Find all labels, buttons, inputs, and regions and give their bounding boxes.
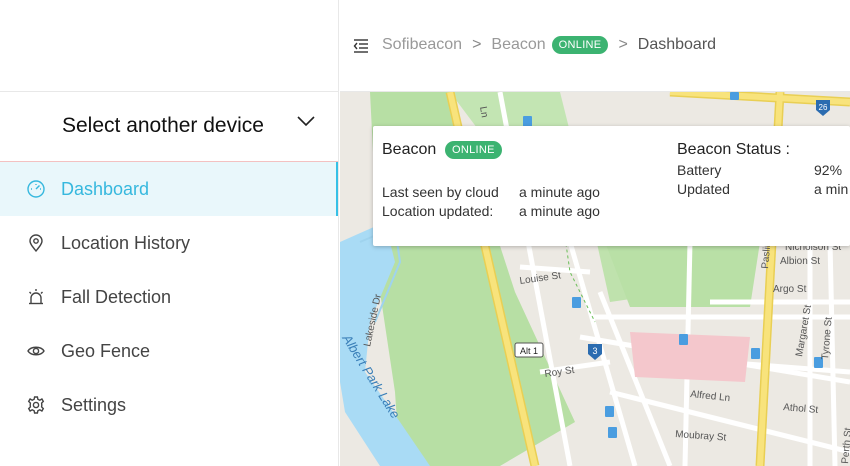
sidebar-item-settings[interactable]: Settings: [0, 378, 338, 432]
sidebar-item-label: Fall Detection: [61, 286, 172, 307]
breadcrumb-separator: >: [472, 36, 482, 53]
breadcrumb: Sofibeacon > Beacon ONLINE > Dashboard: [382, 36, 716, 54]
svg-text:Argo St: Argo St: [773, 284, 807, 295]
sidebar-item-fall-detection[interactable]: Fall Detection: [0, 270, 338, 324]
location-updated-value: a minute ago: [519, 203, 600, 219]
updated-value: a min: [814, 181, 849, 197]
top-header: Sofibeacon > Beacon ONLINE > Dashboard: [340, 0, 850, 92]
gauge-icon: [26, 179, 46, 199]
alarm-light-icon: [26, 287, 46, 307]
sidebar-logo-area: [0, 0, 338, 92]
sidebar-item-label: Dashboard: [61, 178, 150, 199]
sidebar: Select another device Dashboard Location…: [0, 0, 339, 466]
eye-icon: [26, 341, 46, 361]
svg-text:26: 26: [819, 103, 828, 112]
menu-collapse-icon[interactable]: [353, 38, 369, 54]
location-updated-label: Location updated:: [382, 203, 494, 219]
sidebar-item-location-history[interactable]: Location History: [0, 216, 338, 270]
device-info-card: Beacon ONLINE Last seen by cloud a minut…: [373, 126, 850, 246]
svg-text:3: 3: [592, 346, 597, 356]
breadcrumb-current: Dashboard: [637, 36, 717, 53]
sidebar-item-label: Location History: [61, 232, 191, 253]
hospital-area: [630, 332, 750, 382]
svg-text:Alt 1: Alt 1: [520, 346, 538, 356]
svg-text:Ln: Ln: [477, 106, 490, 119]
sidebar-item-geo-fence[interactable]: Geo Fence: [0, 324, 338, 378]
last-seen-label: Last seen by cloud: [382, 184, 499, 200]
card-device-name: Beacon: [382, 141, 437, 158]
beacon-status-title: Beacon Status :: [677, 141, 790, 158]
location-pin-icon: [26, 233, 46, 253]
sidebar-item-label: Settings: [61, 394, 127, 415]
device-select-label: Select another device: [62, 114, 264, 137]
breadcrumb-root-link[interactable]: Sofibeacon: [382, 36, 462, 54]
svg-text:Albion St: Albion St: [780, 256, 820, 267]
battery-label: Battery: [677, 162, 722, 178]
status-badge: ONLINE: [445, 141, 502, 159]
sidebar-item-dashboard[interactable]: Dashboard: [0, 162, 338, 216]
device-select-dropdown[interactable]: Select another device: [0, 92, 338, 162]
chevron-down-icon[interactable]: [296, 114, 316, 133]
breadcrumb-separator: >: [618, 36, 628, 53]
last-seen-value: a minute ago: [519, 184, 600, 200]
updated-label: Updated: [677, 181, 730, 197]
battery-value: 92%: [814, 162, 843, 178]
breadcrumb-device-link[interactable]: Beacon: [491, 36, 545, 54]
gear-icon: [26, 395, 46, 415]
sidebar-item-label: Geo Fence: [61, 340, 151, 361]
status-badge: ONLINE: [551, 36, 609, 54]
alt1-sign: Alt 1: [514, 342, 544, 358]
